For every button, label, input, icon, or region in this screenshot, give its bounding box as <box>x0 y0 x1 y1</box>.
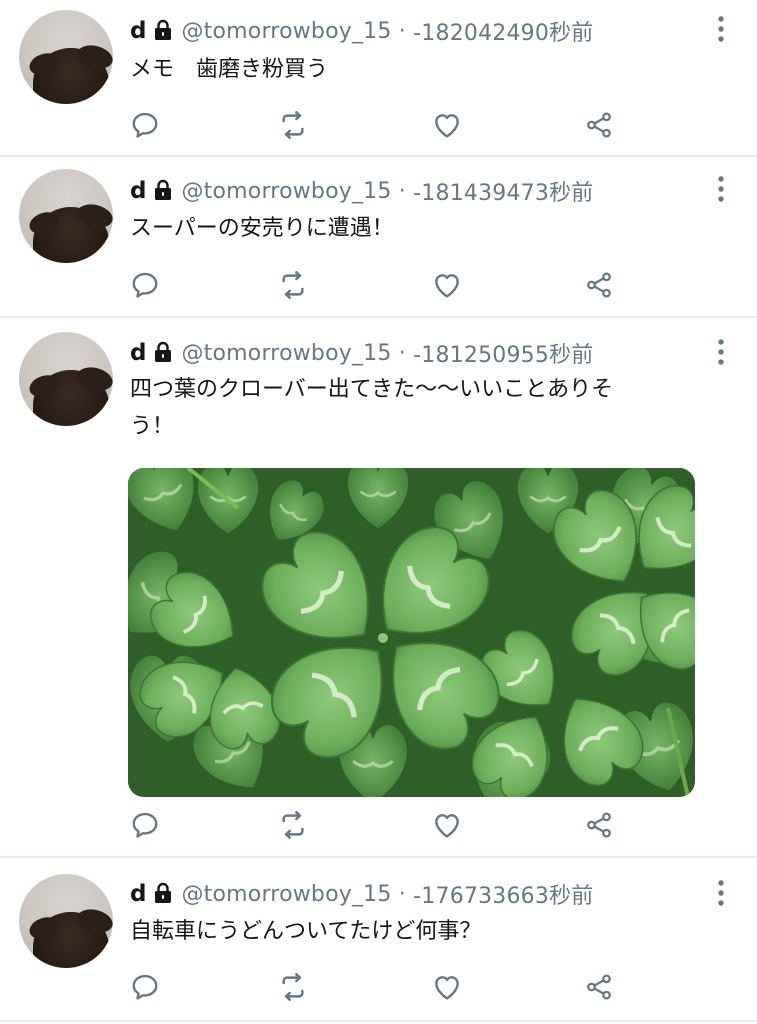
clover-image <box>128 468 695 797</box>
tweet-actions <box>130 970 630 1004</box>
share-icon <box>584 270 614 300</box>
reply-button[interactable] <box>128 268 162 302</box>
tweet-text: スーパーの安売りに遭遇！ <box>130 216 394 241</box>
share-icon <box>584 810 614 840</box>
display-name[interactable]: d <box>130 340 146 366</box>
display-name[interactable]: d <box>130 18 146 44</box>
tweet-header: d @tomorrowboy_15 · -182042490秒前 <box>130 14 593 48</box>
avatar[interactable] <box>19 10 113 104</box>
username[interactable]: @tomorrowboy_15 <box>181 179 391 204</box>
share-button[interactable] <box>582 808 616 842</box>
share-button[interactable] <box>582 108 616 142</box>
separator: · <box>391 178 414 204</box>
lock-icon <box>152 19 174 41</box>
timestamp[interactable]: -181439473秒前 <box>413 175 593 207</box>
avatar[interactable] <box>19 169 113 263</box>
reply-button[interactable] <box>128 808 162 842</box>
tweet[interactable]: d @tomorrowboy_15 · -181439473秒前 スーパーの安売… <box>0 157 757 318</box>
tweet-actions <box>130 108 630 142</box>
like-icon <box>431 109 463 141</box>
retweet-icon <box>277 109 309 141</box>
display-name[interactable]: d <box>130 178 146 204</box>
tweet-text: 自転車にうどんついてたけど何事？ <box>130 919 482 944</box>
more-vertical-icon[interactable] <box>717 339 725 365</box>
tweet-header: d @tomorrowboy_15 · -181250955秒前 <box>130 336 593 370</box>
tweet-text-line: う！ <box>130 414 175 439</box>
tweet[interactable]: d @tomorrowboy_15 · -176733663秒前 自転車にうどん… <box>0 858 757 1022</box>
username[interactable]: @tomorrowboy_15 <box>181 882 391 907</box>
more-vertical-icon[interactable] <box>717 16 725 42</box>
retweet-icon <box>277 971 309 1003</box>
timestamp[interactable]: -182042490秒前 <box>413 15 593 47</box>
retweet-icon <box>277 809 309 841</box>
reply-icon <box>130 270 160 300</box>
separator: · <box>391 881 414 907</box>
avatar[interactable] <box>19 332 113 426</box>
tweet-text: 四つ葉のクローバー出てきた〜〜いいことありそ う！ <box>130 371 710 445</box>
tweet-header: d @tomorrowboy_15 · -181439473秒前 <box>130 174 593 208</box>
share-icon <box>584 972 614 1002</box>
like-button[interactable] <box>430 970 464 1004</box>
tweet-media-clover-photo[interactable] <box>128 468 695 797</box>
share-button[interactable] <box>582 268 616 302</box>
like-icon <box>431 971 463 1003</box>
more-vertical-icon[interactable] <box>717 176 725 202</box>
tweet-text: メモ 歯磨き粉買う <box>130 57 329 82</box>
like-icon <box>431 809 463 841</box>
separator: · <box>391 18 414 44</box>
reply-icon <box>130 972 160 1002</box>
display-name[interactable]: d <box>130 881 146 907</box>
more-vertical-icon[interactable] <box>717 880 725 906</box>
reply-icon <box>130 110 160 140</box>
tweet-text-line: 四つ葉のクローバー出てきた〜〜いいことありそ <box>130 377 614 402</box>
lock-icon <box>152 882 174 904</box>
timestamp[interactable]: -176733663秒前 <box>413 878 593 910</box>
tweet-actions <box>130 808 630 842</box>
like-icon <box>431 269 463 301</box>
tweet-actions <box>130 268 630 302</box>
like-button[interactable] <box>430 108 464 142</box>
lock-icon <box>152 179 174 201</box>
share-icon <box>584 110 614 140</box>
like-button[interactable] <box>430 808 464 842</box>
lock-icon <box>152 341 174 363</box>
retweet-button[interactable] <box>276 268 310 302</box>
tweet[interactable]: d @tomorrowboy_15 · -181250955秒前 四つ葉のクロー… <box>0 318 757 858</box>
separator: · <box>391 340 414 366</box>
avatar[interactable] <box>19 874 113 968</box>
username[interactable]: @tomorrowboy_15 <box>181 19 391 44</box>
username[interactable]: @tomorrowboy_15 <box>181 341 391 366</box>
timestamp[interactable]: -181250955秒前 <box>413 337 593 369</box>
retweet-icon <box>277 269 309 301</box>
retweet-button[interactable] <box>276 970 310 1004</box>
tweet[interactable]: d @tomorrowboy_15 · -182042490秒前 メモ 歯磨き粉… <box>0 0 757 157</box>
like-button[interactable] <box>430 268 464 302</box>
tweet-header: d @tomorrowboy_15 · -176733663秒前 <box>130 877 593 911</box>
reply-icon <box>130 810 160 840</box>
share-button[interactable] <box>582 970 616 1004</box>
reply-button[interactable] <box>128 970 162 1004</box>
reply-button[interactable] <box>128 108 162 142</box>
retweet-button[interactable] <box>276 108 310 142</box>
retweet-button[interactable] <box>276 808 310 842</box>
